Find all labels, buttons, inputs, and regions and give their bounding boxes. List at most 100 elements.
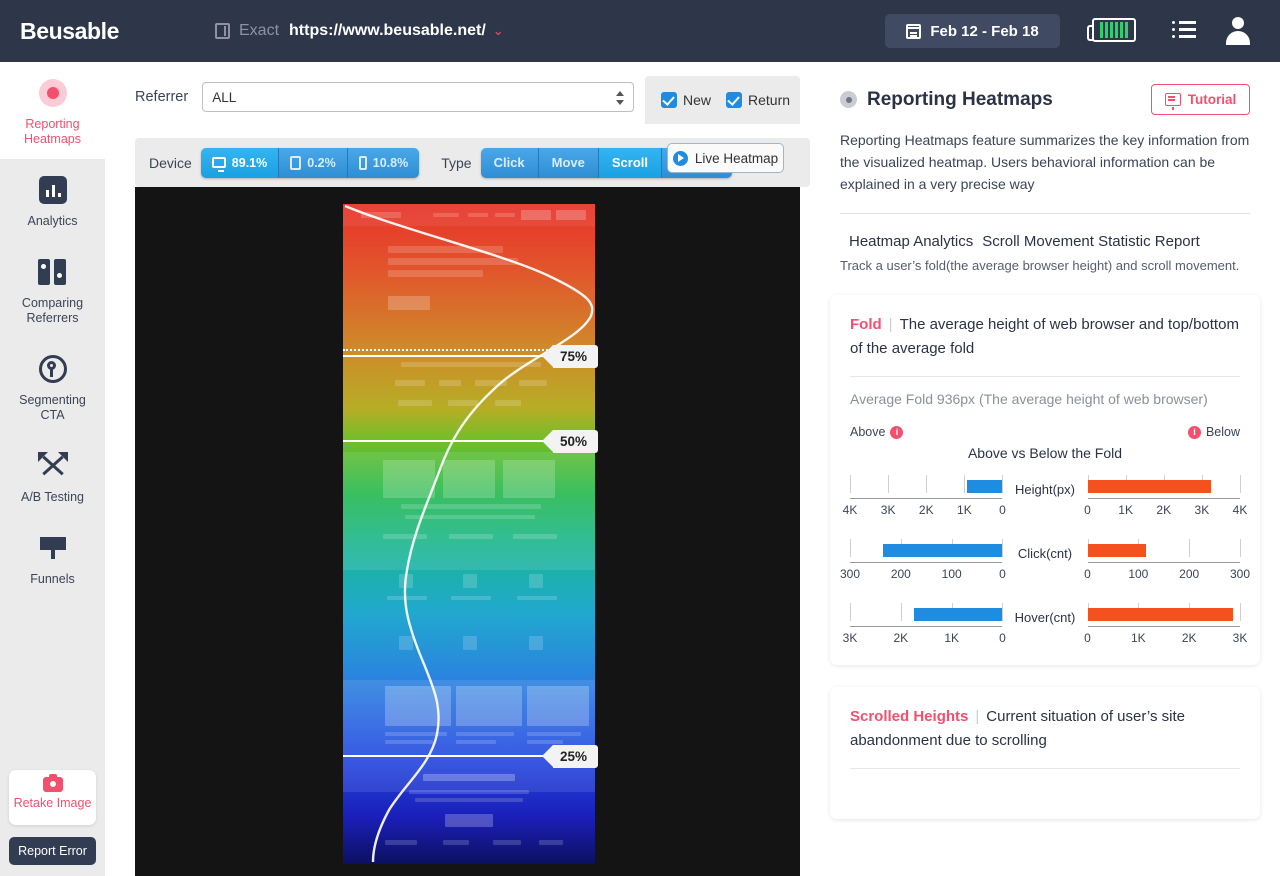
scroll-marker-25: 25% bbox=[541, 745, 599, 768]
bar-below bbox=[1087, 544, 1146, 557]
report-dot-icon bbox=[840, 91, 857, 108]
bar-chart-category-label: Hover(cnt) bbox=[1014, 610, 1076, 625]
sidebar-item-analytics[interactable]: Analytics bbox=[0, 159, 105, 241]
sidebar-label-reporting-1: Reporting bbox=[25, 117, 80, 131]
scrolled-card-tag: Scrolled Heights bbox=[850, 708, 969, 725]
heatmap-canvas[interactable]: 75% 50% 25% H C bbox=[135, 187, 916, 876]
sidebar-label-funnels: Funnels bbox=[30, 572, 75, 586]
below-axis: 0 100 200 300 bbox=[1084, 539, 1250, 585]
chevron-down-icon[interactable]: ⌄ bbox=[493, 23, 504, 39]
checkbox-return[interactable]: Return bbox=[726, 92, 790, 108]
above-axis: 4K 3K 2K 1K 0 bbox=[843, 475, 1006, 521]
checkbox-new-label: New bbox=[683, 92, 712, 108]
bar-chart-heightpx: 4K 3K 2K 1K 0 Height(px) 0 1K 2K 3K 4K bbox=[843, 475, 1247, 521]
type-label: Type bbox=[441, 154, 472, 171]
calendar-icon bbox=[906, 23, 922, 39]
type-move-label: Move bbox=[551, 155, 585, 170]
type-option-scroll[interactable]: Scroll bbox=[598, 147, 662, 178]
mobile-icon bbox=[358, 155, 367, 170]
device-option-mobile[interactable]: 10.8% bbox=[347, 147, 420, 178]
device-option-tablet[interactable]: 0.2% bbox=[279, 147, 348, 178]
live-heatmap-button[interactable]: Live Heatmap bbox=[667, 143, 784, 173]
desktop-icon bbox=[211, 157, 226, 172]
sidebar: Reporting Heatmaps Analytics Comparing R… bbox=[0, 62, 105, 876]
type-click-label: Click bbox=[493, 155, 525, 170]
section-subtitle: Scroll Movement Statistic Report bbox=[982, 233, 1200, 250]
device-mobile-label: 10.8% bbox=[372, 155, 409, 170]
bar-above bbox=[966, 480, 1003, 493]
info-icon[interactable]: i bbox=[890, 425, 904, 439]
divider bbox=[850, 376, 1240, 377]
tutorial-label: Tutorial bbox=[1187, 92, 1237, 107]
device-desktop-label: 89.1% bbox=[231, 155, 268, 170]
compare-icon bbox=[37, 259, 68, 285]
visitor-type-filters: New Return bbox=[645, 76, 800, 124]
info-icon[interactable]: i bbox=[1187, 425, 1201, 439]
below-axis: 0 1K 2K 3K 4K bbox=[1084, 475, 1247, 521]
axis-tick: 2K bbox=[1181, 631, 1197, 645]
sidebar-label-segmenting-2: CTA bbox=[40, 408, 65, 422]
url-selector[interactable]: Exact https://www.beusable.net/ ⌄ bbox=[215, 22, 504, 40]
checkbox-new[interactable]: New bbox=[661, 92, 711, 108]
device-label: Device bbox=[149, 154, 192, 171]
user-icon[interactable] bbox=[1225, 17, 1251, 45]
axis-tick: 3K bbox=[880, 503, 896, 517]
type-option-click[interactable]: Click bbox=[480, 147, 539, 178]
sidebar-item-comparing-referrers[interactable]: Comparing Referrers bbox=[0, 241, 105, 338]
report-error-label: Report Error bbox=[18, 844, 87, 858]
battery-gauge-icon[interactable] bbox=[1087, 18, 1136, 42]
above-label: Above bbox=[850, 425, 886, 439]
bar-above bbox=[913, 608, 1003, 621]
referrer-select[interactable]: ALL bbox=[202, 82, 635, 112]
sidebar-label-analytics: Analytics bbox=[27, 214, 78, 228]
report-title: Reporting Heatmaps bbox=[867, 88, 1053, 110]
tablet-icon bbox=[290, 155, 302, 170]
scrolled-heights-card: Scrolled Heights | Current situation of us… bbox=[830, 687, 1260, 819]
exact-match-icon bbox=[215, 23, 230, 39]
report-description: Reporting Heatmaps feature summarizes th… bbox=[840, 132, 1250, 192]
below-label: Below bbox=[1205, 425, 1240, 439]
sidebar-item-reporting-heatmaps[interactable]: Reporting Heatmaps bbox=[0, 62, 105, 159]
camera-icon bbox=[42, 774, 63, 792]
above-below-charts: 4K 3K 2K 1K 0 Height(px) 0 1K 2K 3K 4K 300 200 100 0 Cl… bbox=[840, 475, 1250, 649]
axis-tick: 200 bbox=[1179, 567, 1200, 581]
check-icon bbox=[726, 92, 743, 108]
below-axis: 0 1K 2K 3K bbox=[1084, 603, 1247, 649]
above-axis: 3K 2K 1K 0 bbox=[843, 603, 1006, 649]
bar-below bbox=[1087, 608, 1234, 621]
axis-tick: 300 bbox=[839, 567, 861, 581]
play-icon bbox=[672, 150, 688, 166]
type-option-move[interactable]: Move bbox=[538, 147, 599, 178]
sidebar-item-segmenting-cta[interactable]: Segmenting CTA bbox=[0, 338, 105, 435]
date-range-button[interactable]: Feb 12 - Feb 18 bbox=[885, 14, 1060, 48]
device-segmented-control: 89.1% 0.2% 10.8% bbox=[200, 147, 420, 178]
match-mode-label: Exact bbox=[239, 22, 280, 39]
retake-image-button[interactable]: Retake Image bbox=[9, 770, 96, 825]
tutorial-button[interactable]: Tutorial bbox=[1151, 84, 1250, 115]
divider bbox=[850, 768, 1240, 769]
report-error-button[interactable]: Report Error bbox=[9, 837, 96, 865]
bar-below bbox=[1087, 480, 1212, 493]
above-legend: Above i bbox=[850, 425, 904, 439]
sidebar-item-funnels[interactable]: Funnels bbox=[0, 517, 105, 599]
cta-target-icon bbox=[38, 355, 67, 383]
axis-tick: 2K bbox=[1156, 503, 1172, 517]
scroll-marker-25-label: 25% bbox=[560, 749, 588, 764]
scroll-marker-75-label: 75% bbox=[560, 349, 588, 364]
fold-card-tag: Fold bbox=[850, 316, 882, 333]
axis-tick: 2K bbox=[918, 503, 934, 517]
sidebar-item-ab-testing[interactable]: A/B Testing bbox=[0, 435, 105, 517]
retake-image-label: Retake Image bbox=[13, 796, 92, 810]
list-icon[interactable] bbox=[1172, 20, 1196, 40]
fold-card-title: The average height of web browser and to… bbox=[850, 316, 1239, 357]
device-tablet-label: 0.2% bbox=[307, 155, 336, 170]
axis-tick: 0 bbox=[999, 567, 1006, 581]
axis-tick: 0 bbox=[999, 631, 1006, 645]
axis-tick: 0 bbox=[1084, 503, 1091, 517]
chevron-updown-icon bbox=[616, 89, 625, 107]
section-description: Track a user’s fold(the average browser … bbox=[840, 258, 1240, 273]
axis-tick: 1K bbox=[1131, 631, 1146, 645]
top-bar: Beusable Exact https://www.beusable.net/… bbox=[0, 0, 1280, 62]
device-option-desktop[interactable]: 89.1% bbox=[200, 147, 280, 178]
scroll-marker-75: 75% bbox=[541, 345, 599, 368]
